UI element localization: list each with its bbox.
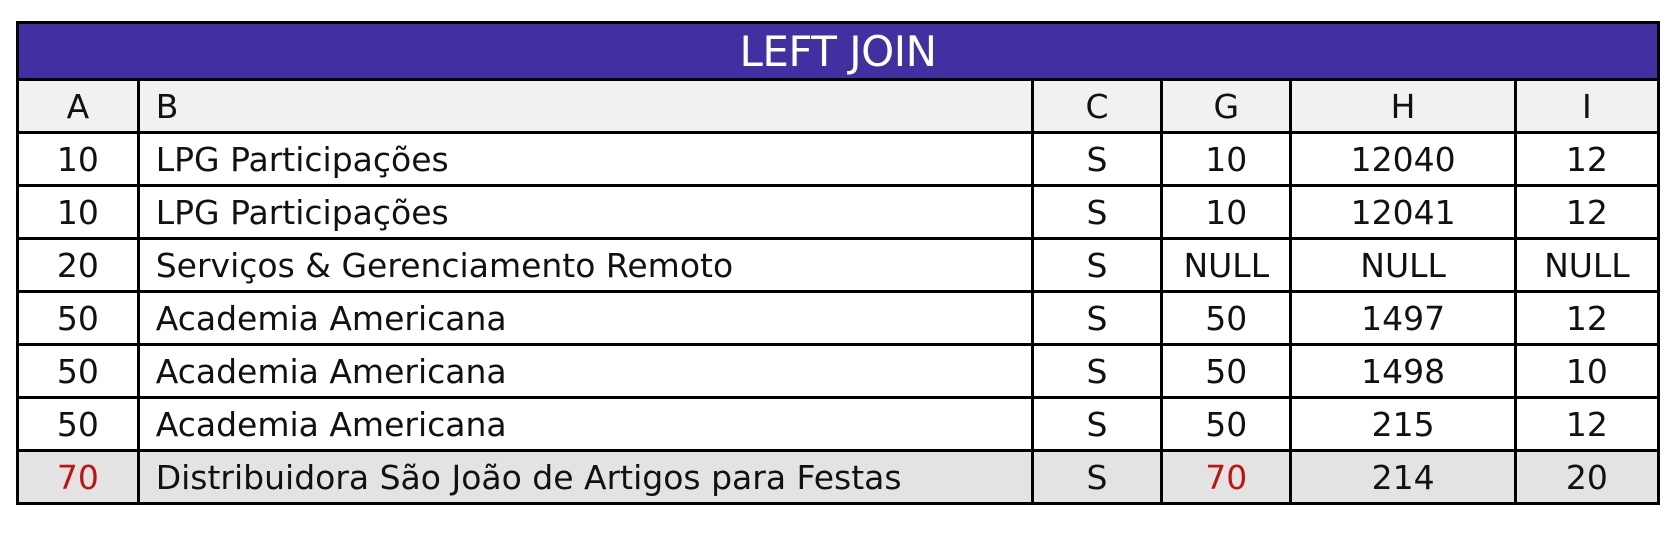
table-row: 10 LPG Participações S 10 12040 12 [16, 131, 1661, 187]
cell-a: 50 [16, 290, 140, 346]
cell-h: NULL [1289, 237, 1517, 293]
column-header-g: G [1160, 78, 1293, 134]
cell-a: 20 [16, 237, 140, 293]
column-header-i: I [1513, 78, 1661, 134]
cell-h: 214 [1289, 449, 1517, 505]
cell-g: 50 [1160, 396, 1293, 452]
column-header-h: H [1289, 78, 1517, 134]
cell-a: 10 [16, 131, 140, 187]
cell-h: 12041 [1289, 184, 1517, 240]
table-row: 50 Academia Americana S 50 1498 10 [16, 343, 1661, 399]
cell-h: 215 [1289, 396, 1517, 452]
highlighted-table-row: 70 Distribuidora São João de Artigos par… [16, 449, 1661, 505]
cell-b: Academia Americana [136, 343, 1034, 399]
cell-i: 12 [1513, 396, 1661, 452]
cell-g: NULL [1160, 237, 1293, 293]
cell-b: LPG Participações [136, 131, 1034, 187]
column-header-c: C [1030, 78, 1164, 134]
cell-i: 10 [1513, 343, 1661, 399]
table-row: 50 Academia Americana S 50 215 12 [16, 396, 1661, 452]
cell-h: 1498 [1289, 343, 1517, 399]
column-header-a: A [16, 78, 140, 134]
cell-h: 12040 [1289, 131, 1517, 187]
cell-b: Academia Americana [136, 396, 1034, 452]
cell-c: S [1030, 237, 1164, 293]
cell-b: LPG Participações [136, 184, 1034, 240]
cell-c: S [1030, 396, 1164, 452]
left-join-table: LEFT JOIN A B C G H I 10 LPG Participaçõ… [16, 21, 1661, 505]
cell-a: 50 [16, 343, 140, 399]
header-row: A B C G H I [16, 78, 1661, 134]
cell-c: S [1030, 184, 1164, 240]
cell-c: S [1030, 449, 1164, 505]
cell-i: 12 [1513, 131, 1661, 187]
table-title: LEFT JOIN [16, 21, 1660, 81]
cell-c: S [1030, 131, 1164, 187]
cell-i: 12 [1513, 184, 1661, 240]
cell-b: Distribuidora São João de Artigos para F… [136, 449, 1034, 505]
cell-c: S [1030, 343, 1164, 399]
title-row: LEFT JOIN [16, 21, 1660, 81]
table-row: 20 Serviços & Gerenciamento Remoto S NUL… [16, 237, 1661, 293]
cell-g: 70 [1160, 449, 1293, 505]
cell-a: 50 [16, 396, 140, 452]
cell-g: 50 [1160, 343, 1293, 399]
table-row: 50 Academia Americana S 50 1497 12 [16, 290, 1661, 346]
cell-g: 10 [1160, 184, 1293, 240]
cell-i: NULL [1513, 237, 1661, 293]
cell-a: 10 [16, 184, 140, 240]
cell-b: Serviços & Gerenciamento Remoto [136, 237, 1034, 293]
cell-i: 12 [1513, 290, 1661, 346]
cell-h: 1497 [1289, 290, 1517, 346]
table-row: 10 LPG Participações S 10 12041 12 [16, 184, 1661, 240]
cell-g: 50 [1160, 290, 1293, 346]
column-header-b: B [136, 78, 1034, 134]
cell-i: 20 [1513, 449, 1661, 505]
cell-a: 70 [16, 449, 140, 505]
cell-c: S [1030, 290, 1164, 346]
left-join-table-container: LEFT JOIN A B C G H I 10 LPG Participaçõ… [16, 21, 1661, 505]
cell-b: Academia Americana [136, 290, 1034, 346]
cell-g: 10 [1160, 131, 1293, 187]
